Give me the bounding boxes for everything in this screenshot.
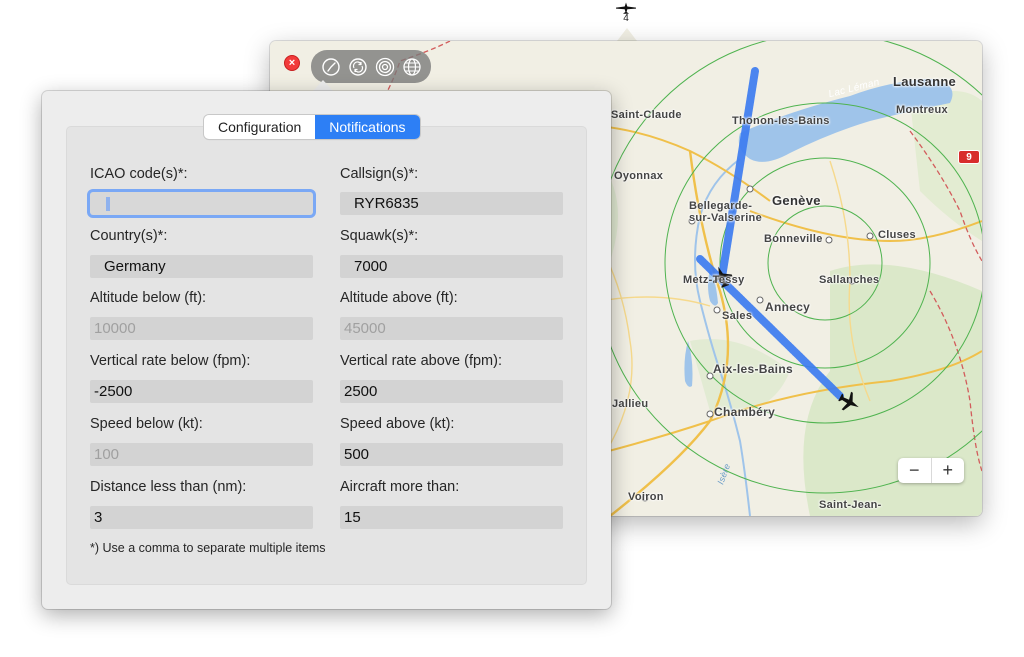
map-label-saint-jean: Saint-Jean- bbox=[819, 499, 882, 511]
map-label-lausanne: Lausanne bbox=[893, 74, 957, 89]
tab-configuration[interactable]: Configuration bbox=[204, 115, 316, 139]
map-label-oyonnax: Oyonnax bbox=[614, 170, 664, 182]
speed-above-label: Speed above (kt): bbox=[340, 416, 455, 432]
menubar-status-item[interactable]: 4 bbox=[612, 2, 640, 26]
altitude-below-input[interactable]: 10000 bbox=[90, 317, 313, 340]
close-button[interactable]: × bbox=[284, 55, 300, 71]
map-label-bellegarde-2: sur-Valserine bbox=[689, 212, 762, 224]
map-label-cluses: Cluses bbox=[878, 229, 916, 241]
vertical-rate-above-label: Vertical rate above (fpm): bbox=[340, 353, 502, 369]
globe-icon bbox=[402, 57, 421, 76]
altitude-above-label: Altitude above (ft): bbox=[340, 290, 458, 306]
icao-label: ICAO code(s)*: bbox=[90, 166, 188, 182]
road-number-badge: 9 bbox=[958, 150, 980, 164]
globe-button[interactable] bbox=[400, 55, 424, 79]
settings-tab-control: Configuration Notifications bbox=[204, 115, 420, 139]
sync-button[interactable] bbox=[346, 55, 370, 79]
footnote: *) Use a comma to separate multiple item… bbox=[90, 541, 326, 555]
map-label-jallieu: Jallieu bbox=[612, 398, 649, 410]
compass-button[interactable] bbox=[319, 55, 343, 79]
speed-above-input[interactable]: 500 bbox=[340, 443, 563, 466]
callsign-label: Callsign(s)*: bbox=[340, 166, 419, 182]
map-label-voiron: Voiron bbox=[628, 491, 664, 503]
country-label: Country(s)*: bbox=[90, 228, 168, 244]
map-toolbar bbox=[311, 50, 431, 83]
map-label-saint-claude: Saint-Claude bbox=[611, 109, 682, 121]
map-label-bonneville: Bonneville bbox=[764, 233, 823, 245]
icao-input[interactable] bbox=[90, 192, 313, 215]
map-label-annecy: Annecy bbox=[765, 300, 811, 314]
speed-below-input[interactable]: 100 bbox=[90, 443, 313, 466]
distance-input[interactable]: 3 bbox=[90, 506, 313, 529]
vertical-rate-above-input[interactable]: 2500 bbox=[340, 380, 563, 403]
map-label-bellegarde: Bellegarde- bbox=[689, 200, 753, 212]
map-label-geneve: Genève bbox=[772, 193, 821, 208]
settings-popover: Configuration Notifications ICAO code(s)… bbox=[42, 91, 611, 609]
text-caret bbox=[106, 197, 110, 211]
squawk-input[interactable]: 7000 bbox=[340, 255, 563, 278]
map-popover-arrow bbox=[617, 28, 637, 41]
zoom-in-button[interactable]: + bbox=[930, 458, 965, 483]
zoom-control: − + bbox=[898, 458, 964, 483]
map-label-montreux: Montreux bbox=[896, 104, 948, 116]
map-label-chambery: Chambéry bbox=[714, 405, 776, 419]
aircraft-count-label: Aircraft more than: bbox=[340, 479, 460, 495]
map-label-metz-tessy: Metz-Tessy bbox=[683, 274, 745, 286]
zoom-out-button[interactable]: − bbox=[898, 458, 931, 483]
distance-label: Distance less than (nm): bbox=[90, 479, 247, 495]
target-icon bbox=[375, 57, 394, 76]
target-button[interactable] bbox=[373, 55, 397, 79]
sync-icon bbox=[348, 57, 367, 76]
speed-below-label: Speed below (kt): bbox=[90, 416, 203, 432]
tab-notifications[interactable]: Notifications bbox=[315, 115, 420, 139]
vertical-rate-below-input[interactable]: -2500 bbox=[90, 380, 313, 403]
map-label-sallanches: Sallanches bbox=[819, 274, 880, 286]
vertical-rate-below-label: Vertical rate below (fpm): bbox=[90, 353, 251, 369]
altitude-above-input[interactable]: 45000 bbox=[340, 317, 563, 340]
altitude-below-label: Altitude below (ft): bbox=[90, 290, 207, 306]
status-count: 4 bbox=[623, 13, 629, 24]
compass-icon bbox=[321, 57, 340, 76]
map-label-thonon: Thonon-les-Bains bbox=[732, 115, 830, 127]
squawk-label: Squawk(s)*: bbox=[340, 228, 419, 244]
country-input[interactable]: Germany bbox=[90, 255, 313, 278]
callsign-input[interactable]: RYR6835 bbox=[340, 192, 563, 215]
map-label-aix-les-bains: Aix-les-Bains bbox=[713, 362, 793, 376]
aircraft-count-input[interactable]: 15 bbox=[340, 506, 563, 529]
map-label-sales: Sales bbox=[722, 310, 753, 322]
